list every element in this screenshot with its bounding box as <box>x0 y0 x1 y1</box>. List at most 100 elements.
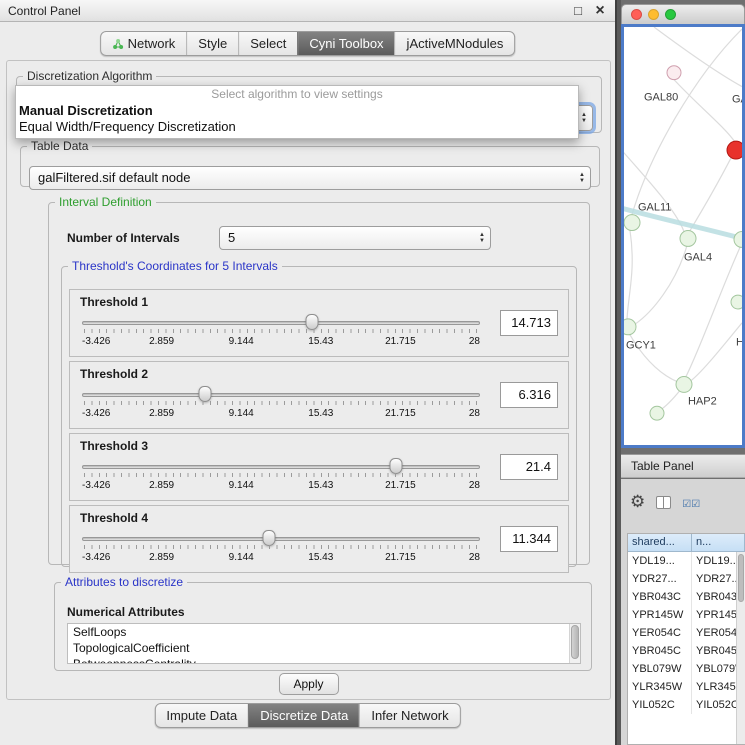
apply-button[interactable]: Apply <box>278 673 338 695</box>
select-columns-icon[interactable] <box>682 495 700 510</box>
node-label: GAL4 <box>684 251 712 263</box>
slider-track[interactable] <box>82 465 480 469</box>
slider-scale-label: 21.715 <box>385 336 416 347</box>
network-node[interactable] <box>624 319 636 335</box>
threshold-value-field[interactable]: 14.713 <box>500 310 558 336</box>
network-window-titlebar[interactable] <box>621 4 745 24</box>
table-cell-shared-name: YER054C <box>628 624 692 642</box>
slider-scale-label: 21.715 <box>385 480 416 491</box>
threshold-value-field[interactable]: 6.316 <box>500 382 558 408</box>
attribute-item-topologicalcoefficient[interactable]: TopologicalCoefficient <box>68 640 580 656</box>
slider-track[interactable] <box>82 537 480 541</box>
threshold-value-field[interactable]: 21.4 <box>500 454 558 480</box>
bottom-tab-infer-network[interactable]: Infer Network <box>359 704 459 727</box>
slider-scale-label: 2.859 <box>149 408 174 419</box>
table-scrollbar[interactable] <box>736 552 745 744</box>
tab-label: Impute Data <box>166 708 237 723</box>
columns-icon[interactable] <box>656 496 671 509</box>
table-row[interactable]: YDL19... YDL19... <box>628 552 745 570</box>
slider-ticks <box>84 401 478 405</box>
table-row[interactable]: YPR145W YPR145W <box>628 606 745 624</box>
scrollbar-thumb[interactable] <box>738 554 744 602</box>
network-canvas[interactable]: GAL80 GA GAL11 GAL4 GCY1 H HAP2 <box>621 24 745 448</box>
slider-scale-label: 28 <box>469 480 480 491</box>
threshold-slider[interactable]: -3.4262.8599.14415.4321.71528 <box>82 528 480 570</box>
node-label: HAP2 <box>688 395 717 407</box>
table-panel-titlebar[interactable]: Table Panel <box>621 454 745 478</box>
mac-close-icon[interactable] <box>631 9 642 20</box>
list-scrollbar[interactable] <box>569 624 580 663</box>
dropdown-option-manual-discretization[interactable]: Manual Discretization <box>16 103 578 119</box>
slider-thumb[interactable] <box>390 458 403 474</box>
thresholds-group: Threshold's Coordinates for 5 Intervals … <box>61 259 577 567</box>
table-row[interactable]: YBL079W YBL079W <box>628 660 745 678</box>
window-buttons <box>571 0 607 22</box>
threshold-value-field[interactable]: 11.344 <box>500 526 558 552</box>
tab-cyni-toolbox[interactable]: Cyni Toolbox <box>297 32 394 55</box>
table-data-combobox[interactable]: galFiltered.sif default node <box>29 166 591 190</box>
table-row[interactable]: YLR345W YLR345W <box>628 678 745 696</box>
table-rows: YDL19... YDL19... YDR27... YDR27... YBR0… <box>628 552 745 714</box>
threshold-slider[interactable]: -3.4262.8599.14415.4321.71528 <box>82 384 480 426</box>
slider-thumb[interactable] <box>305 314 318 330</box>
network-node[interactable] <box>731 295 742 309</box>
tab-label: Select <box>250 36 286 51</box>
bottom-tab-discretize-data[interactable]: Discretize Data <box>248 704 359 727</box>
slider-track[interactable] <box>82 321 480 325</box>
thresholds-group-title: Threshold's Coordinates for 5 Intervals <box>68 259 282 273</box>
float-window-icon[interactable] <box>571 3 585 19</box>
column-header-name[interactable]: n... <box>692 534 745 552</box>
number-of-intervals-combobox[interactable]: 5 <box>219 226 491 250</box>
table-cell-shared-name: YDL19... <box>628 552 692 570</box>
table-row[interactable]: YBR045C YBR045C <box>628 642 745 660</box>
table-row[interactable]: YIL052C YIL052C <box>628 696 745 714</box>
table-row[interactable]: YDR27... YDR27... <box>628 570 745 588</box>
attribute-item-betweennesscentrality[interactable]: BetweennessCentrality <box>68 656 580 664</box>
slider-thumb[interactable] <box>263 530 276 546</box>
attribute-item-selfloops[interactable]: SelfLoops <box>68 624 580 640</box>
tab-select[interactable]: Select <box>238 32 297 55</box>
scrollbar-thumb[interactable] <box>571 625 579 659</box>
tab-label: Infer Network <box>371 708 448 723</box>
table-cell-shared-name: YIL052C <box>628 696 692 714</box>
network-node-selected[interactable] <box>727 141 742 159</box>
slider-ticks <box>84 545 478 549</box>
gear-icon[interactable] <box>630 492 645 512</box>
interval-definition-group: Interval Definition Number of Intervals … <box>48 195 590 565</box>
table-data-group: Table Data galFiltered.sif default node <box>20 139 600 187</box>
network-node[interactable] <box>667 66 681 80</box>
table-row[interactable]: YBR043C YBR043C <box>628 588 745 606</box>
stepper-icon <box>581 112 587 124</box>
bottom-tab-impute-data[interactable]: Impute Data <box>155 704 248 727</box>
tab-network[interactable]: Network <box>101 32 187 55</box>
threshold-slider[interactable]: -3.4262.8599.14415.4321.71528 <box>82 456 480 498</box>
table-row[interactable]: YER054C YER054C <box>628 624 745 642</box>
network-node[interactable] <box>624 215 640 231</box>
number-of-intervals-value: 5 <box>228 227 470 249</box>
mac-zoom-icon[interactable] <box>665 9 676 20</box>
mac-minimize-icon[interactable] <box>648 9 659 20</box>
slider-thumb[interactable] <box>199 386 212 402</box>
network-node[interactable] <box>676 376 692 392</box>
window-titlebar[interactable]: Control Panel <box>0 0 615 22</box>
tab-style[interactable]: Style <box>186 32 238 55</box>
numerical-attributes-list[interactable]: SelfLoopsTopologicalCoefficientBetweenne… <box>67 623 581 664</box>
close-icon[interactable] <box>593 3 607 19</box>
slider-scale-label: 15.43 <box>308 552 333 563</box>
network-icon <box>112 38 124 50</box>
network-node[interactable] <box>734 232 742 248</box>
network-node[interactable] <box>650 406 664 420</box>
column-header-shared-name[interactable]: shared... <box>628 534 692 552</box>
interval-definition-title: Interval Definition <box>55 195 156 209</box>
threshold-slider[interactable]: -3.4262.8599.14415.4321.71528 <box>82 312 480 354</box>
slider-scale-label: 2.859 <box>149 552 174 563</box>
network-node[interactable] <box>680 231 696 247</box>
thresholds-list: Threshold 1 -3.4262.8599.14415.4321.7152… <box>69 289 569 562</box>
tab-label: jActiveMNodules <box>407 36 504 51</box>
dropdown-option-equal-width-frequency[interactable]: Equal Width/Frequency Discretization <box>16 119 578 135</box>
numerical-attributes-label: Numerical Attributes <box>67 605 185 619</box>
slider-track[interactable] <box>82 393 480 397</box>
tab-jactivemnodules[interactable]: jActiveMNodules <box>395 32 515 55</box>
network-edges <box>624 27 742 410</box>
threshold-block: Threshold 4 -3.4262.8599.14415.4321.7152… <box>69 505 569 573</box>
